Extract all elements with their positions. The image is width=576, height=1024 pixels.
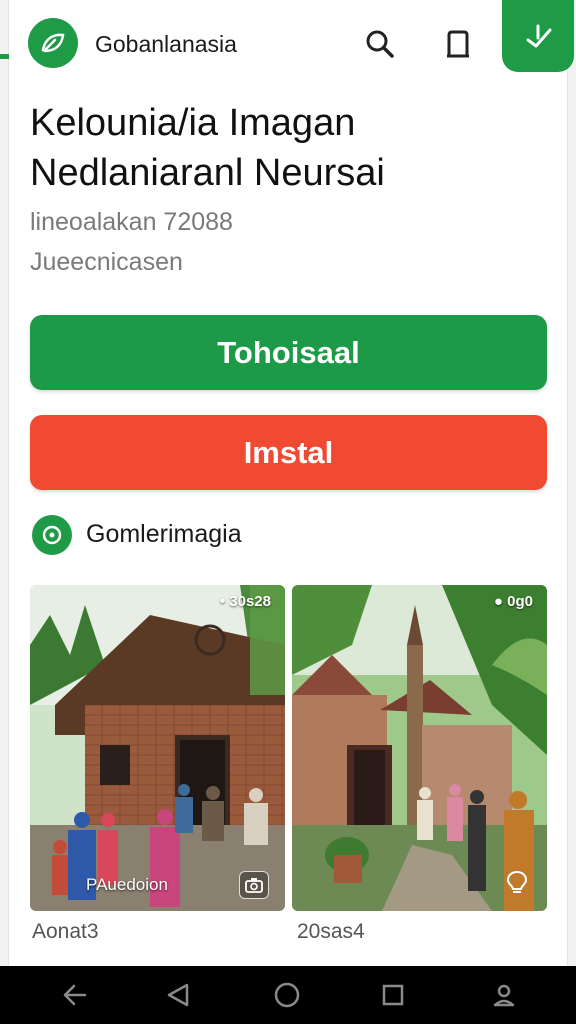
right-edge-rail	[567, 0, 576, 966]
install-button[interactable]: Imstal	[30, 415, 547, 490]
village-garden-photo	[292, 585, 547, 911]
search-icon[interactable]	[362, 26, 398, 62]
app-header: Gobanlanasia	[18, 0, 574, 90]
left-edge-accent	[0, 54, 9, 59]
back-arrow-icon[interactable]	[58, 979, 90, 1011]
page-title-line-2: Nedlaniaranl Neursai	[30, 152, 385, 194]
bookmark-icon[interactable]	[440, 26, 476, 62]
meta-line-2: Jueecnicasen	[30, 248, 183, 276]
lightbulb-icon[interactable]	[503, 869, 531, 897]
system-nav-bar	[0, 966, 576, 1024]
gallery-card-2[interactable]: ● 0g0	[292, 585, 547, 911]
card-1-tag: • 30s28	[219, 593, 271, 610]
circle-dot-icon	[32, 515, 72, 555]
home-circle-icon[interactable]	[271, 979, 303, 1011]
recent-square-icon[interactable]	[377, 979, 409, 1011]
share-check-icon[interactable]	[502, 0, 574, 72]
triangle-back-icon[interactable]	[162, 979, 194, 1011]
card-1-label: Aonat3	[32, 920, 99, 943]
left-edge-rail	[0, 0, 9, 966]
page-title-line-1: Kelounia/ia Imagan	[30, 102, 356, 144]
gallery-card-1[interactable]: • 30s28 PAuedoion	[30, 585, 285, 911]
leaf-logo-icon[interactable]	[28, 18, 78, 68]
user-icon[interactable]	[488, 979, 520, 1011]
app-name: Gobanlanasia	[95, 31, 237, 57]
page-title: Kelounia/ia Imagan Nedlaniaranl Neursai	[30, 98, 550, 198]
card-2-label: 20sas4	[297, 920, 365, 943]
camera-icon[interactable]	[239, 871, 269, 899]
meta-line-1: lineoalakan 72088	[30, 208, 233, 236]
card-1-caption: PAuedoion	[86, 875, 168, 894]
section-title: Gomlerimagia	[86, 520, 242, 548]
primary-action-button[interactable]: Tohoisaal	[30, 315, 547, 390]
village-house-photo	[30, 585, 285, 911]
card-2-tag: ● 0g0	[493, 593, 533, 610]
